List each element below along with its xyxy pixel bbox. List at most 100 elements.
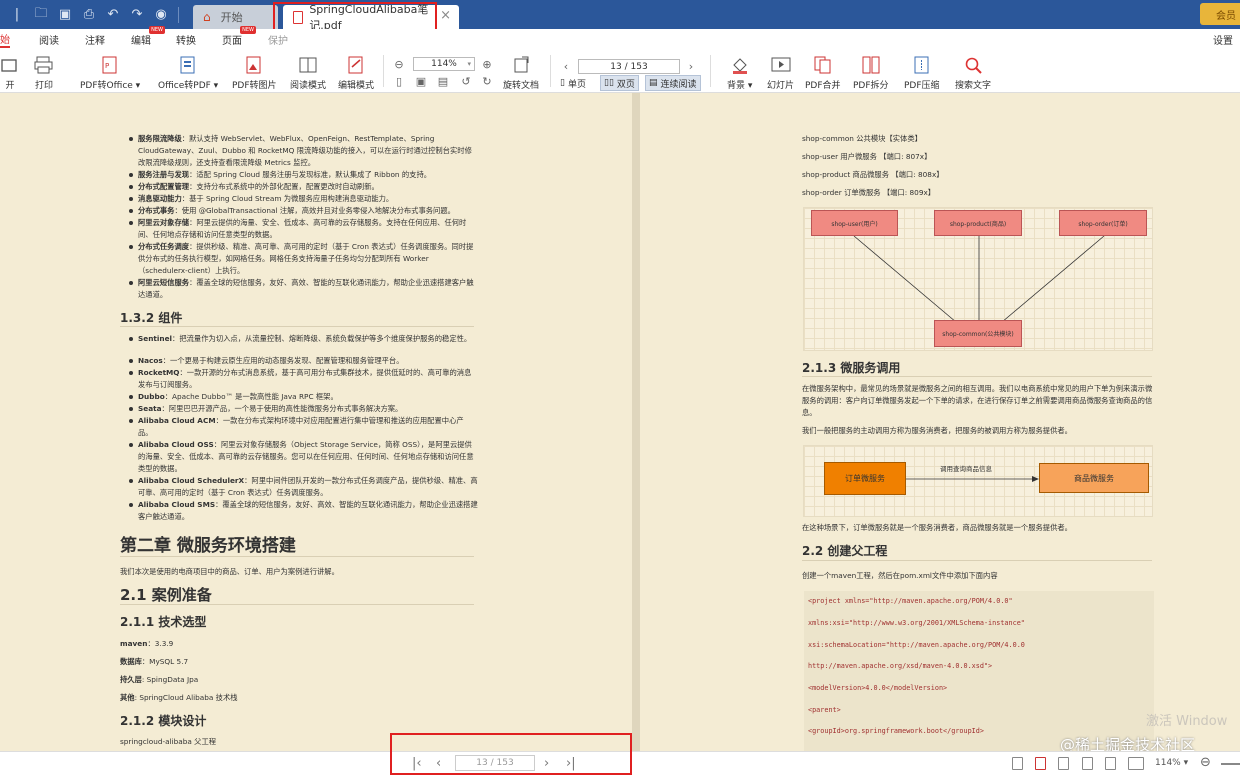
compress-icon bbox=[912, 55, 932, 75]
rotate-document-button[interactable]: 旋转文档 bbox=[503, 55, 539, 91]
bullet-item: 阿里云对象存储：阿里云提供的海量、安全、低成本、高可靠的云存储服务。支持在任何应… bbox=[129, 217, 478, 241]
search-icon bbox=[963, 55, 983, 75]
home-icon: ⌂ bbox=[203, 10, 211, 24]
bullet-text: ：提供秒级、精准、高可靠、高可用的定时（基于 Cron 表达式）任务调度服务。同… bbox=[138, 242, 474, 275]
slideshow-icon bbox=[771, 55, 791, 75]
slideshow-button[interactable]: 幻灯片 bbox=[767, 55, 794, 91]
heading-underline bbox=[120, 556, 474, 557]
zoom-out-icon[interactable]: ⊖ bbox=[392, 57, 406, 71]
print-button[interactable]: 打印 bbox=[34, 55, 54, 91]
menu-edit[interactable]: 编辑 NEW bbox=[131, 25, 165, 47]
bullet-text: ：阿里巴巴开源产品，一个易于使用的高性能微服务分布式事务解决方案。 bbox=[161, 404, 403, 413]
double-page-button[interactable]: ▯▯ 双页 bbox=[600, 75, 639, 91]
stamp-icon[interactable]: ◉ bbox=[152, 6, 170, 24]
heading-case: 2.1 案例准备 bbox=[120, 586, 212, 604]
edit-document-icon bbox=[346, 55, 366, 75]
edit-mode-button[interactable]: 编辑模式 bbox=[338, 55, 374, 91]
activate-windows-text: 激活 Window bbox=[1146, 714, 1228, 729]
next-page-icon[interactable]: › bbox=[684, 59, 698, 73]
fit-width-icon[interactable]: ▤ bbox=[436, 74, 450, 88]
chapter-title: 第二章 微服务环境搭建 bbox=[120, 536, 296, 556]
menu-edit-label: 编辑 bbox=[131, 35, 151, 47]
menu-convert[interactable]: 转换 bbox=[176, 32, 196, 47]
zoom-in-icon[interactable]: ⊕ bbox=[480, 57, 494, 71]
pdf-to-image-button[interactable]: PDF转图片 bbox=[232, 55, 277, 91]
menu-page[interactable]: 页面 NEW bbox=[222, 25, 256, 47]
menu-start[interactable]: 始 bbox=[0, 31, 10, 48]
page-number-input[interactable]: 13 / 153 bbox=[578, 59, 680, 74]
paint-bucket-icon bbox=[730, 55, 750, 75]
menu-protect[interactable]: 保护 bbox=[268, 32, 288, 47]
status-zoom[interactable]: 114% ▾ bbox=[1155, 758, 1188, 768]
tech-item: 持久层: SpingData Jpa bbox=[120, 674, 198, 686]
bullet-term: Alibaba Cloud SchedulerX bbox=[138, 476, 245, 485]
rotate-right-icon[interactable]: ↻ bbox=[480, 74, 494, 88]
pdf-split-button[interactable]: PDF拆分 bbox=[853, 55, 889, 91]
read-mode-label: 阅读模式 bbox=[290, 81, 327, 91]
single-page-button[interactable]: ▯ 单页 bbox=[557, 75, 589, 91]
bullet-item: Alibaba Cloud SchedulerX：阿里中间件团队开发的一款分布式… bbox=[129, 475, 478, 499]
print-icon[interactable]: ⎙ bbox=[80, 6, 98, 24]
read-mode-button[interactable]: 阅读模式 bbox=[290, 55, 326, 91]
heading-create-parent: 2.2 创建父工程 bbox=[802, 544, 888, 558]
rotate-left-icon[interactable]: ↺ bbox=[459, 74, 473, 88]
double-page-label: 双页 bbox=[616, 79, 635, 90]
title-bar: | 🗀 ▣ ⎙ ↶ ↷ ◉ ⌂ 开始 SpringCloudAlibaba笔记.… bbox=[0, 0, 1240, 32]
view-book-icon[interactable] bbox=[1128, 757, 1144, 770]
node-shop-user: shop-user(用户) bbox=[811, 210, 898, 236]
bullet-text: ：一个更易于构建云原生应用的动态服务发现、配置管理和服务管理平台。 bbox=[162, 356, 404, 365]
prev-page-icon[interactable]: ‹ bbox=[559, 59, 573, 73]
close-tab-icon[interactable]: × bbox=[440, 8, 451, 23]
menu-settings[interactable]: 设置 bbox=[1213, 32, 1233, 47]
search-text-button[interactable]: 搜索文字 bbox=[955, 55, 991, 91]
open-icon bbox=[0, 55, 20, 75]
open-button[interactable]: 开 bbox=[0, 55, 20, 91]
redo-icon[interactable]: ↷ bbox=[128, 6, 146, 24]
tech-key: 数据库 bbox=[120, 657, 142, 666]
pdf-compress-button[interactable]: PDF压缩 bbox=[904, 55, 940, 91]
view-single-icon[interactable] bbox=[1012, 757, 1023, 770]
bullet-item: 服务限流降级：默认支持 WebServlet、WebFlux、OpenFeign… bbox=[129, 133, 478, 169]
view-pdf-icon[interactable] bbox=[1035, 757, 1046, 770]
zoom-slider[interactable] bbox=[1221, 763, 1240, 765]
save-icon[interactable]: ▣ bbox=[56, 6, 74, 24]
zoom-select[interactable]: 114% ▾ bbox=[413, 57, 475, 71]
office-to-pdf-button[interactable]: Office转PDF ▾ bbox=[158, 55, 218, 91]
tech-item: 其他: SpringCloud Alibaba 技术栈 bbox=[120, 692, 238, 704]
pdf-merge-button[interactable]: PDF合并 bbox=[805, 55, 841, 91]
vip-badge[interactable]: 会员 bbox=[1200, 3, 1240, 25]
pdf-to-image-icon bbox=[244, 55, 264, 75]
undo-icon[interactable]: ↶ bbox=[104, 6, 122, 24]
bullet-term: 分布式任务调度 bbox=[138, 242, 190, 251]
view-continuous-icon[interactable] bbox=[1105, 757, 1116, 770]
menu-read[interactable]: 阅读 bbox=[39, 32, 59, 47]
actual-size-icon[interactable]: ▯ bbox=[392, 74, 406, 88]
continuous-read-button[interactable]: ▤ 连续阅读 bbox=[645, 75, 701, 91]
paragraph: 我们一般把服务的主动调用方称为服务消费者，把服务的被调用方称为服务提供者。 bbox=[802, 426, 1072, 435]
view-double-icon[interactable] bbox=[1082, 757, 1093, 770]
toolbar-divider bbox=[550, 55, 551, 87]
bullet-item: Nacos：一个更易于构建云原生应用的动态服务发现、配置管理和服务管理平台。 bbox=[129, 355, 478, 367]
view-text-icon[interactable] bbox=[1058, 757, 1069, 770]
paragraph: 在这种场景下，订单微服务就是一个服务消费者，商品微服务就是一个服务提供者。 bbox=[802, 523, 1072, 532]
open-folder-icon[interactable]: 🗀 bbox=[32, 6, 50, 24]
code-line: <parent> bbox=[808, 706, 841, 714]
bullet-text: ：基于 Spring Cloud Stream 为微服务应用构建消息驱动能力。 bbox=[181, 194, 394, 203]
zoom-out-icon[interactable]: ⊖ bbox=[1200, 755, 1211, 770]
edit-mode-label: 编辑模式 bbox=[338, 81, 375, 91]
menu-annotate[interactable]: 注释 bbox=[85, 32, 105, 47]
tab-home[interactable]: ⌂ 开始 bbox=[193, 5, 278, 29]
pdf-to-office-button[interactable]: P PDF转Office ▾ bbox=[80, 55, 140, 91]
bullet-item: RocketMQ：一款开源的分布式消息系统，基于高可用分布式集群技术，提供低延时… bbox=[129, 367, 478, 391]
bullet-text: ：支持分布式系统中的外部化配置，配置更改时自动刷新。 bbox=[189, 182, 379, 191]
heading-underline bbox=[802, 560, 1152, 561]
background-button[interactable]: 背景 ▾ bbox=[727, 55, 752, 91]
split-icon bbox=[861, 55, 881, 75]
zoom-value: 114% bbox=[431, 59, 457, 69]
code-line: <groupId>org.springframework.boot</group… bbox=[808, 727, 984, 735]
node-shop-common: shop-common(公共模块) bbox=[934, 320, 1022, 347]
fit-page-icon[interactable]: ▣ bbox=[414, 74, 428, 88]
pdf-merge-label: PDF合并 bbox=[805, 81, 841, 91]
bullet-item: Dubbo：Apache Dubbo™ 是一款高性能 Java RPC 框架。 bbox=[129, 391, 478, 403]
menu-icon[interactable]: | bbox=[8, 6, 26, 24]
